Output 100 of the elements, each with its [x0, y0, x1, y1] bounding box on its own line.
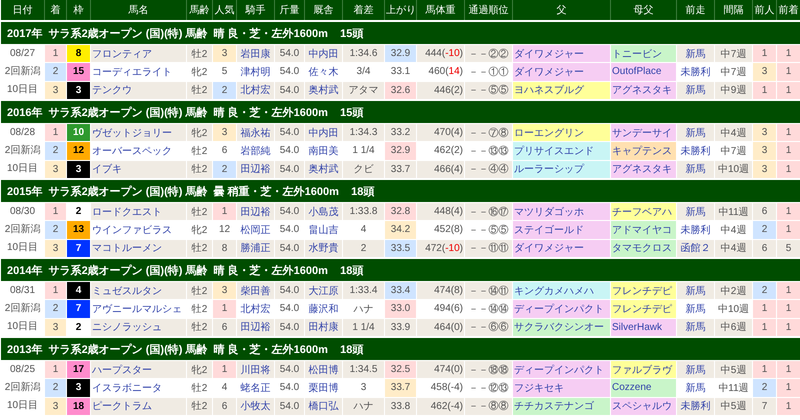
previous-race[interactable]: 新馬 — [676, 360, 714, 379]
table-cell: 牝2 — [186, 124, 212, 142]
table-cell: 54.0 — [274, 397, 304, 416]
gate-number: 12 — [66, 142, 90, 160]
previous-race[interactable]: 未勝利 — [676, 397, 714, 416]
column-header: 馬体重 — [416, 0, 464, 21]
dam-sire-name[interactable]: フレンチデピ — [610, 300, 676, 318]
column-header: 着 — [44, 0, 66, 21]
column-header: 厩舎 — [304, 0, 342, 21]
race-title: 2015年 サラ系2歳オープン (国)(特) 馬齢 曇 稍重・芝・左外1600m 18頭 — [0, 179, 800, 202]
jockey-name[interactable]: 田辺裕 — [236, 202, 274, 221]
jockey-name[interactable]: 福永祐 — [236, 124, 274, 142]
sire-name[interactable]: キングカメハメハ — [512, 282, 610, 300]
gate-number: 4 — [66, 282, 90, 300]
dam-sire-name[interactable]: トニービン — [610, 44, 676, 63]
table-cell: 6 — [212, 397, 236, 416]
column-header: 間隔 — [714, 0, 752, 21]
gate-number: 7 — [66, 300, 90, 318]
table-cell: 1 — [776, 300, 800, 318]
table-cell: 2 — [44, 62, 66, 82]
gate-number: 3 — [66, 378, 90, 398]
previous-race[interactable]: 新馬 — [676, 124, 714, 142]
table-cell: 1 — [44, 282, 66, 300]
jockey-name[interactable]: 小牧太 — [236, 397, 274, 416]
dam-sire-name[interactable]: Cozzene — [610, 378, 676, 398]
table-cell: 1:33.8 — [342, 202, 384, 221]
table-cell: 1 — [776, 202, 800, 221]
dam-sire-name[interactable]: サンデーサイ — [610, 124, 676, 142]
table-cell: 3 — [752, 62, 776, 82]
table-cell: －－⑯⑰ — [464, 202, 512, 221]
sire-name[interactable]: マツリダゴッホ — [512, 202, 610, 221]
jockey-name[interactable]: 川田将 — [236, 360, 274, 379]
dam-sire-name[interactable]: OutofPlace — [610, 62, 676, 82]
previous-race[interactable]: 新馬 — [676, 282, 714, 300]
sire-name[interactable]: プリサイスエンド — [512, 142, 610, 160]
dam-sire-name[interactable]: ファルブラヴ — [610, 360, 676, 379]
table-cell: 32.9 — [384, 44, 416, 63]
column-header: 日付 — [0, 0, 44, 21]
trainer-name[interactable]: 中内田 — [304, 124, 342, 142]
horse-name[interactable]: ピークトラム — [90, 397, 186, 416]
table-cell: 3 — [212, 124, 236, 142]
table-cell: 1 — [212, 360, 236, 379]
table-cell: 2 — [44, 220, 66, 240]
sire-name[interactable]: フジキセキ — [512, 378, 610, 398]
gate-number: 18 — [66, 397, 90, 416]
table-cell: －－⑧⑧ — [464, 397, 512, 416]
table-cell: 1 — [776, 360, 800, 379]
table-cell: 1 — [212, 300, 236, 318]
column-header: 着差 — [342, 0, 384, 21]
table-cell: 中11週 — [714, 202, 752, 221]
trainer-name[interactable]: 橋口弘 — [304, 397, 342, 416]
table-cell: 1:33.4 — [342, 282, 384, 300]
sire-name[interactable]: チチカステナンゴ — [512, 397, 610, 416]
jockey-name[interactable]: 岩田康 — [236, 44, 274, 63]
previous-race[interactable]: 新馬 — [676, 44, 714, 63]
trainer-name[interactable]: 中内田 — [304, 44, 342, 63]
trainer-name[interactable]: 小島茂 — [304, 202, 342, 221]
previous-race[interactable]: 新馬 — [676, 202, 714, 221]
horse-name[interactable]: ヴゼットジョリー — [90, 124, 186, 142]
gate-number: 10 — [66, 124, 90, 142]
table-cell: 470(4) — [416, 124, 464, 142]
table-cell: 1 — [44, 360, 66, 379]
sire-name[interactable]: ローエングリン — [512, 124, 610, 142]
table-cell: 牡2 — [186, 44, 212, 63]
table-cell: 1 — [776, 142, 800, 160]
table-cell: 牝2 — [186, 360, 212, 379]
dam-sire-name[interactable]: キャプテンス — [610, 142, 676, 160]
sire-name[interactable]: ディープインパクト — [512, 300, 610, 318]
dam-sire-name[interactable]: フレンチデピ — [610, 282, 676, 300]
sire-name[interactable]: ダイワメジャー — [512, 44, 610, 63]
table-cell: 1 — [776, 397, 800, 416]
horse-name[interactable]: ミュゼスルタン — [90, 282, 186, 300]
table-cell: 474(8) — [416, 282, 464, 300]
dam-sire-name[interactable]: スペシャルウ — [610, 397, 676, 416]
column-header: 父 — [512, 0, 610, 21]
table-cell: 32.5 — [384, 360, 416, 379]
table-cell: 中4週 — [714, 124, 752, 142]
trainer-name[interactable]: 松田博 — [304, 360, 342, 379]
race-title: 2014年 サラ系2歳オープン (国)(特) 馬齢 晴 良・芝・左外1600m 18頭 — [0, 258, 800, 282]
race-title: 2013年 サラ系2歳オープン (国)(特) 馬齢 晴 良・芝・左外1600m 18頭 — [0, 337, 800, 360]
horse-name[interactable]: フロンティア — [90, 44, 186, 63]
table-cell: 33.0 — [384, 300, 416, 318]
horse-name[interactable]: ハープスター — [90, 360, 186, 379]
table-cell: 54.0 — [274, 282, 304, 300]
table-cell: 54.0 — [274, 124, 304, 142]
sire-name[interactable]: ダイワメジャー — [512, 62, 610, 82]
table-cell: 33.8 — [384, 397, 416, 416]
dam-sire-name[interactable]: チーフベアハ — [610, 202, 676, 221]
table-cell: 3 — [752, 142, 776, 160]
sire-name[interactable]: ディープインパクト — [512, 360, 610, 379]
column-header: 枠 — [66, 0, 90, 21]
table-cell: －－⑦⑧ — [464, 124, 512, 142]
table-cell: 中7週 — [714, 44, 752, 63]
dam-sire-name[interactable]: アドマイヤコ — [610, 220, 676, 240]
trainer-name[interactable]: 大江原 — [304, 282, 342, 300]
table-cell: 中5週 — [714, 360, 752, 379]
sire-name[interactable]: ステイゴールド — [512, 220, 610, 240]
gate-number: 15 — [66, 62, 90, 82]
jockey-name[interactable]: 柴田善 — [236, 282, 274, 300]
horse-name[interactable]: ロードクエスト — [90, 202, 186, 221]
